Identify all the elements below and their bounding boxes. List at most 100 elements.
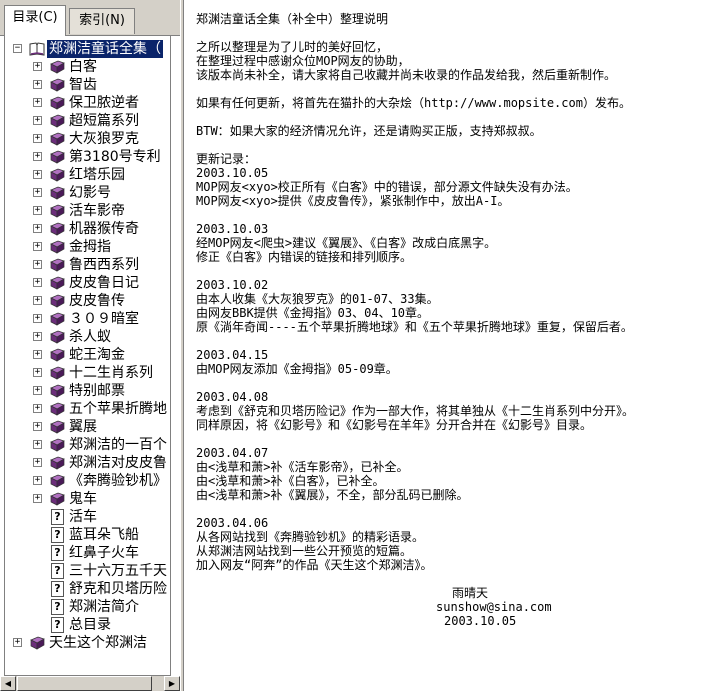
book-closed-icon (49, 438, 65, 452)
expand-toggle-icon[interactable]: + (33, 368, 42, 377)
expand-toggle-icon[interactable]: + (33, 242, 42, 251)
log-date: 2003.10.03 (196, 222, 269, 236)
tree-node-label: 金拇指 (69, 239, 111, 255)
btw-note: BTW：如果大家的经济情况允许，还是请购买正版，支持郑叔叔。 (196, 124, 542, 138)
log-line: 由<浅草和萧>补《活车影帝》，已补全。 (196, 460, 409, 474)
log-entry: 2003.10.03 经MOP网友<爬虫>建议《翼展》、《白客》改成白底黑字。 修正… (196, 208, 713, 264)
log-date: 2003.10.05 (196, 166, 269, 180)
book-closed-icon (49, 366, 65, 380)
tree-node-label: 《奔腾验钞机》 (69, 473, 167, 489)
log-line: MOP网友<xyo>提供《皮皮鲁传》，紧张制作中，放出A-I。 (196, 194, 510, 208)
tree-node-label: 幻影号 (69, 185, 111, 201)
help-page-icon: ? (51, 581, 64, 597)
expand-toggle-icon[interactable]: + (33, 404, 42, 413)
tab-strip: 目录(C) 索引(N) (0, 0, 180, 36)
book-closed-icon (49, 294, 65, 308)
log-line: 由<浅草和萧>补《白客》，已补全。 (196, 474, 385, 488)
tree-node-label: 超短篇系列 (69, 113, 139, 129)
horizontal-scrollbar[interactable]: ◀ ▶ (0, 676, 180, 691)
scroll-right-button[interactable]: ▶ (164, 676, 180, 691)
tree-node-label: 蓝耳朵飞船 (69, 527, 139, 543)
expand-toggle-icon[interactable]: + (33, 116, 42, 125)
intro-line: 之所以整理是为了儿时的美好回忆， (196, 40, 389, 54)
log-date: 2003.10.02 (196, 278, 269, 292)
tree-node-label: 特别邮票 (69, 383, 125, 399)
tab-contents[interactable]: 目录(C) (4, 5, 66, 36)
expand-toggle-icon[interactable]: + (33, 62, 42, 71)
tab-index[interactable]: 索引(N) (69, 8, 135, 34)
expand-toggle-icon[interactable]: + (33, 314, 42, 323)
expand-toggle-icon[interactable]: + (33, 458, 42, 467)
expand-toggle-icon[interactable]: + (33, 296, 42, 305)
book-closed-icon (49, 132, 65, 146)
intro-line: 在整理过程中感谢众位MOP网友的协助， (196, 54, 410, 68)
expand-toggle-icon[interactable]: + (33, 98, 42, 107)
book-closed-icon (29, 636, 45, 650)
log-line: 从各网站找到《奔腾验钞机》的精彩语录。 (196, 530, 425, 544)
navigation-pane: 目录(C) 索引(N) − 郑渊洁童话全集（ + 白客 + 智齿 + 保卫脓逆者 + 超短篇系列 +… (0, 0, 180, 691)
expand-toggle-icon[interactable]: + (33, 134, 42, 143)
log-line: 由网友BBK提供《金拇指》03、04、10章。 (196, 306, 430, 320)
log-entry: 2003.10.05 MOP网友<xyo>校正所有《白客》中的错误，部分源文件缺失… (196, 166, 713, 208)
expand-toggle-icon[interactable]: + (13, 638, 22, 647)
tree-node-label: 鲁西西系列 (69, 257, 139, 273)
tree-node-label: 翼展 (69, 419, 97, 435)
scrollbar-thumb[interactable] (17, 676, 152, 691)
log-line: 由MOP网友添加《金拇指》05-09章。 (196, 362, 398, 376)
expand-toggle-icon[interactable]: + (33, 260, 42, 269)
book-closed-icon (49, 60, 65, 74)
log-line: 同样原因，将《幻影号》和《幻影号在羊年》分开合并在《幻影号》目录。 (196, 418, 593, 432)
contents-tree-panel: − 郑渊洁童话全集（ + 白客 + 智齿 + 保卫脓逆者 + 超短篇系列 + 大灰狼罗克 + 第3180号… (4, 36, 171, 676)
expand-toggle-icon[interactable]: + (33, 224, 42, 233)
log-line: 原《淌年奇闻----五个苹果折腾地球》和《五个苹果折腾地球》重复，保留后者。 (196, 320, 633, 334)
book-closed-icon (49, 384, 65, 398)
tree-node-label: 五个苹果折腾地 (69, 401, 167, 417)
book-closed-icon (49, 420, 65, 434)
log-line: 从郑渊洁网站找到一些公开预览的短篇。 (196, 544, 413, 558)
log-line: 由本人收集《大灰狼罗克》的01-07、33集。 (196, 292, 439, 306)
expand-toggle-icon[interactable]: + (33, 422, 42, 431)
book-closed-icon (49, 114, 65, 128)
log-date: 2003.04.07 (196, 446, 269, 460)
expand-toggle-icon[interactable]: + (33, 80, 42, 89)
log-entry: 2003.04.15 由MOP网友添加《金拇指》05-09章。 (196, 334, 713, 376)
book-closed-icon (49, 348, 65, 362)
expand-toggle-icon[interactable]: + (33, 206, 42, 215)
book-closed-icon (49, 402, 65, 416)
log-title: 更新记录： (196, 152, 257, 166)
log-entry: 2003.04.08 考虑到《舒克和贝塔历险记》作为一部大作，将其单独从《十二生肖… (196, 376, 713, 432)
scroll-left-button[interactable]: ◀ (0, 676, 16, 691)
expand-toggle-icon[interactable]: − (13, 44, 22, 53)
tree-node-label: 皮皮鲁日记 (69, 275, 139, 291)
expand-toggle-icon[interactable]: + (33, 494, 42, 503)
book-closed-icon (49, 78, 65, 92)
expand-toggle-icon[interactable]: + (33, 152, 42, 161)
book-closed-icon (49, 276, 65, 290)
book-closed-icon (49, 258, 65, 272)
log-entry: 2003.04.06 从各网站找到《奔腾验钞机》的精彩语录。 从郑渊洁网站找到一些公… (196, 502, 713, 572)
log-line: 考虑到《舒克和贝塔历险记》作为一部大作，将其单独从《十二生肖系列中分开》。 (196, 404, 635, 418)
tree-node-label: ３０９暗室 (69, 311, 139, 327)
book-closed-icon (49, 456, 65, 470)
book-closed-icon (49, 330, 65, 344)
help-page-icon: ? (51, 545, 64, 561)
tree-node-label: 总目录 (69, 617, 111, 633)
expand-toggle-icon[interactable]: + (33, 350, 42, 359)
tree-node-label: 活车 (69, 509, 97, 525)
expand-toggle-icon[interactable]: + (33, 170, 42, 179)
expand-toggle-icon[interactable]: + (33, 278, 42, 287)
book-closed-icon (49, 240, 65, 254)
expand-toggle-icon[interactable]: + (33, 332, 42, 341)
expand-toggle-icon[interactable]: + (33, 440, 42, 449)
tree-node-label: 保卫脓逆者 (69, 95, 139, 111)
book-closed-icon (49, 474, 65, 488)
tree-node-label: 机器猴传奇 (69, 221, 139, 237)
book-closed-icon (49, 186, 65, 200)
expand-toggle-icon[interactable]: + (33, 386, 42, 395)
tree-node-label: 郑渊洁童话全集（ (47, 40, 163, 58)
tree-node-label: 杀人蚁 (69, 329, 111, 345)
expand-toggle-icon[interactable]: + (33, 188, 42, 197)
book-closed-icon (49, 96, 65, 110)
expand-toggle-icon[interactable]: + (33, 476, 42, 485)
tree-node-label: 郑渊洁的一百个 (69, 437, 167, 453)
